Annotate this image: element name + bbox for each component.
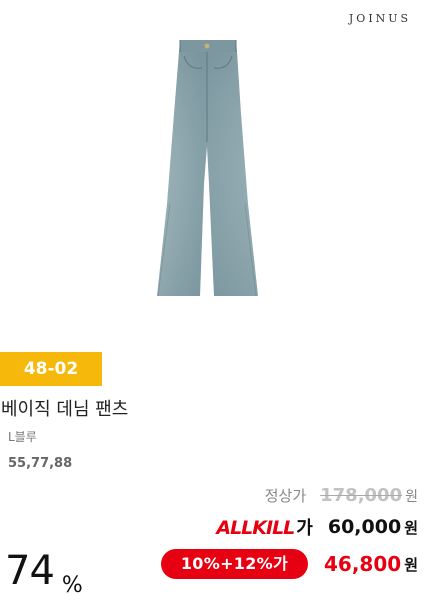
discount-rate-value: 74 [5, 548, 55, 594]
coupon-badge[interactable]: 10%+12%가 [160, 549, 308, 579]
product-sizes: 55,77,88 [8, 456, 73, 471]
final-price-row: 10%+12%가 46,800 원 [160, 549, 418, 579]
allkill-logo-text: ALLKILL [216, 517, 295, 539]
allkill-price-value: 60,000 [327, 516, 402, 538]
product-image[interactable] [140, 34, 275, 298]
jeans-illustration [157, 40, 258, 297]
product-code-badge: 48-02 [0, 352, 102, 386]
list-price-label: 정상가 [264, 487, 307, 505]
list-price-row: 정상가 178,000 원 [265, 485, 418, 506]
currency-label: 원 [405, 489, 418, 505]
currency-label: 원 [404, 518, 418, 537]
final-price-value: 46,800 [324, 552, 402, 576]
allkill-price-row: ALLKILL 가 60,000 원 [216, 514, 418, 540]
allkill-logo: ALLKILL 가 [216, 514, 312, 540]
product-color: L블루 [8, 430, 37, 444]
currency-label: 원 [404, 555, 418, 574]
discount-rate: 74 % [5, 548, 83, 598]
allkill-logo-suffix: 가 [296, 518, 313, 539]
discount-rate-unit: % [61, 573, 83, 598]
product-name[interactable]: 베이직 데님 팬츠 [1, 395, 128, 421]
brand-logo: JOINUS [348, 12, 412, 25]
list-price-value: 178,000 [320, 485, 403, 506]
